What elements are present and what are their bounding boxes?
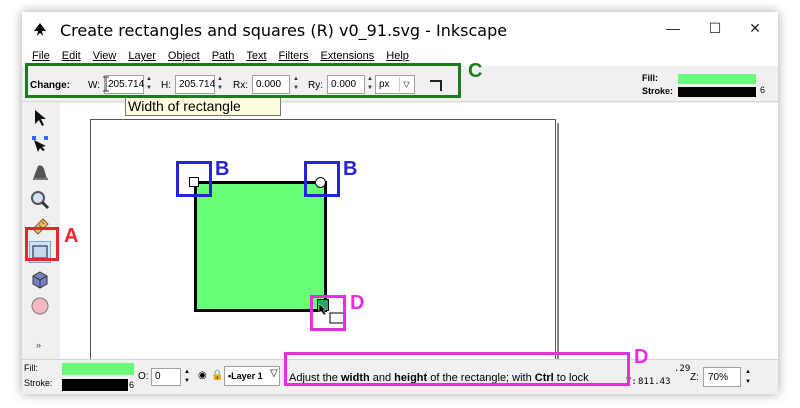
cursor-x: .29 bbox=[674, 364, 691, 374]
selector-tool[interactable] bbox=[29, 107, 51, 129]
annotation-letter-b2: B bbox=[343, 158, 358, 180]
width-tooltip: Width of rectangle bbox=[125, 96, 281, 116]
tools-expander[interactable]: » bbox=[36, 340, 41, 350]
window-title: Create rectangles and squares (R) v0_91.… bbox=[60, 21, 508, 40]
close-button[interactable]: ✕ bbox=[732, 12, 778, 44]
3d-box-tool[interactable] bbox=[29, 269, 51, 291]
status-fill-swatch[interactable] bbox=[62, 363, 134, 375]
opacity-input[interactable]: 0 bbox=[151, 368, 181, 386]
zoom-label: Z: bbox=[690, 372, 699, 383]
stroke-width-top: 6 bbox=[760, 85, 766, 95]
ellipse-tool[interactable] bbox=[29, 295, 51, 317]
status-stroke-width: 6 bbox=[129, 380, 135, 390]
zoom-spinner[interactable]: ▲ ▼ bbox=[744, 367, 752, 387]
annotation-box-d1 bbox=[310, 295, 346, 331]
eye-icon[interactable]: ◉ bbox=[198, 370, 207, 381]
lock-icon[interactable]: 🔒 bbox=[211, 370, 223, 381]
annotation-box-a bbox=[25, 227, 59, 261]
zoom-tool[interactable] bbox=[29, 189, 51, 211]
3d-box-icon bbox=[32, 271, 48, 289]
stroke-swatch-top[interactable] bbox=[678, 87, 756, 97]
annotation-letter-b1: B bbox=[215, 158, 230, 180]
status-fill-label: Fill: bbox=[24, 363, 38, 373]
annotation-letter-a: A bbox=[64, 225, 79, 247]
tweak-icon bbox=[33, 165, 48, 180]
stroke-label-top: Stroke: bbox=[642, 86, 674, 96]
circle-icon bbox=[31, 297, 49, 315]
annotation-box-b1 bbox=[176, 161, 212, 197]
annotation-letter-d2: D bbox=[634, 346, 649, 368]
title-bar: Create rectangles and squares (R) v0_91.… bbox=[22, 12, 778, 50]
status-stroke-swatch[interactable] bbox=[62, 379, 128, 391]
green-rectangle[interactable] bbox=[194, 181, 327, 312]
cursor-y: 811.43 bbox=[638, 377, 671, 387]
inkscape-logo-icon bbox=[34, 23, 46, 36]
annotation-letter-d1: D bbox=[350, 292, 365, 314]
layer-chevron-icon[interactable]: ▽ bbox=[270, 368, 278, 379]
fill-label-top: Fill: bbox=[642, 73, 658, 83]
node-tool[interactable] bbox=[29, 133, 51, 155]
minimize-button[interactable]: — bbox=[650, 12, 696, 44]
opacity-label: O: bbox=[138, 371, 149, 382]
annotation-box-c bbox=[25, 63, 461, 98]
selector-arrow-icon bbox=[35, 110, 46, 126]
canvas[interactable] bbox=[60, 103, 778, 359]
annotation-box-b2 bbox=[304, 161, 340, 197]
zoom-icon bbox=[31, 191, 50, 210]
annotation-box-d2 bbox=[284, 352, 630, 386]
page-shadow bbox=[557, 123, 559, 359]
opacity-spinner[interactable]: ▲ ▼ bbox=[183, 368, 191, 386]
zoom-input[interactable]: 70% bbox=[703, 367, 741, 387]
fill-swatch-top[interactable] bbox=[678, 74, 756, 84]
selected-style-indicator[interactable]: Fill: Stroke: 6 bbox=[642, 72, 776, 100]
node-edit-icon bbox=[32, 136, 48, 152]
annotation-letter-c: C bbox=[468, 60, 483, 82]
status-stroke-label: Stroke: bbox=[24, 378, 53, 388]
tweak-tool[interactable] bbox=[29, 161, 51, 183]
